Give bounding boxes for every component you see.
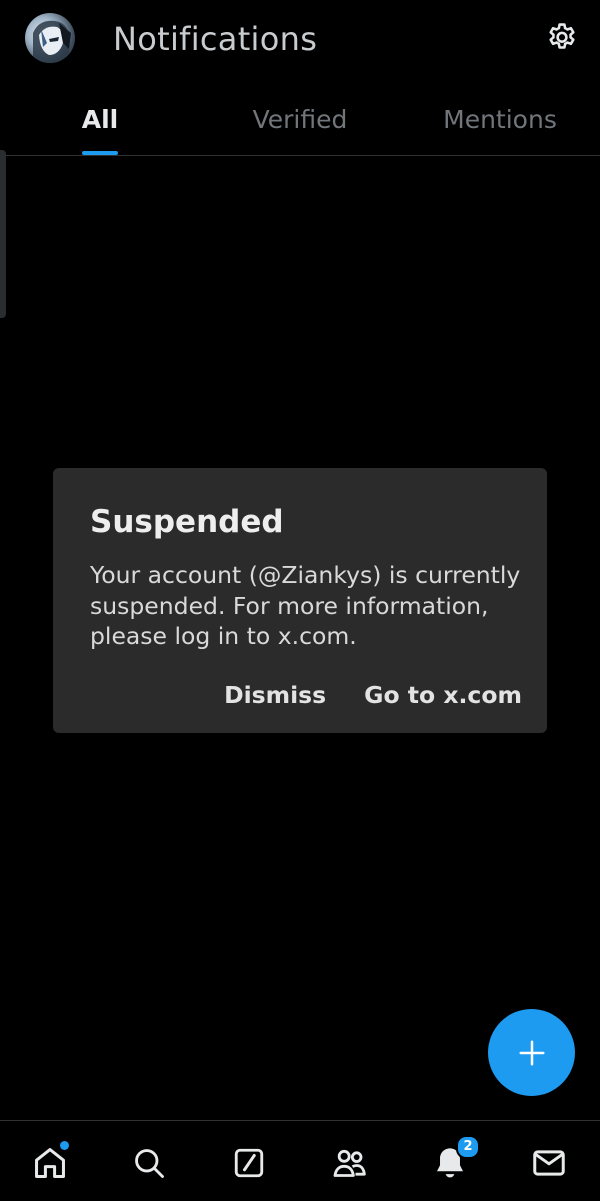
tab-mentions[interactable]: Mentions — [420, 92, 580, 155]
new-activity-dot — [60, 1141, 69, 1150]
tab-label: All — [81, 105, 119, 134]
search-icon — [135, 1149, 164, 1178]
suspended-dialog: Suspended Your account (@Ziankys) is cur… — [53, 468, 547, 733]
nav-home[interactable] — [28, 1141, 72, 1185]
tab-verified[interactable]: Verified — [225, 92, 375, 155]
bottom-nav: 2 — [0, 1120, 600, 1201]
nav-notifications[interactable]: 2 — [428, 1135, 480, 1185]
nav-messages[interactable] — [527, 1141, 571, 1185]
edge-drawer-handle[interactable] — [0, 150, 6, 318]
nav-search[interactable] — [127, 1141, 171, 1185]
mail-icon — [533, 1150, 565, 1176]
dismiss-button[interactable]: Dismiss — [224, 680, 326, 710]
gear-icon — [549, 23, 575, 49]
compose-button[interactable] — [488, 1009, 575, 1096]
grok-icon — [234, 1148, 264, 1178]
tab-label: Verified — [252, 105, 348, 134]
notification-tabs: All Verified Mentions — [0, 92, 600, 156]
avatar-image-icon — [33, 20, 71, 63]
dialog-actions: Dismiss Go to x.com — [224, 680, 522, 710]
plus-icon — [519, 1040, 544, 1065]
user-avatar[interactable] — [25, 13, 75, 63]
nav-communities[interactable] — [328, 1141, 372, 1185]
page-title: Notifications — [113, 20, 318, 58]
notification-count-badge: 2 — [456, 1135, 480, 1159]
tab-label: Mentions — [443, 105, 557, 134]
dialog-message: Your account (@Ziankys) is currently sus… — [90, 561, 521, 650]
people-icon — [333, 1149, 366, 1177]
nav-grok[interactable] — [227, 1141, 271, 1185]
dialog-title: Suspended — [90, 504, 284, 540]
go-to-x-button[interactable]: Go to x.com — [364, 680, 522, 710]
top-bar: Notifications — [0, 0, 600, 80]
settings-button[interactable] — [542, 18, 582, 58]
tab-all[interactable]: All — [50, 92, 150, 155]
active-tab-indicator — [82, 151, 118, 155]
